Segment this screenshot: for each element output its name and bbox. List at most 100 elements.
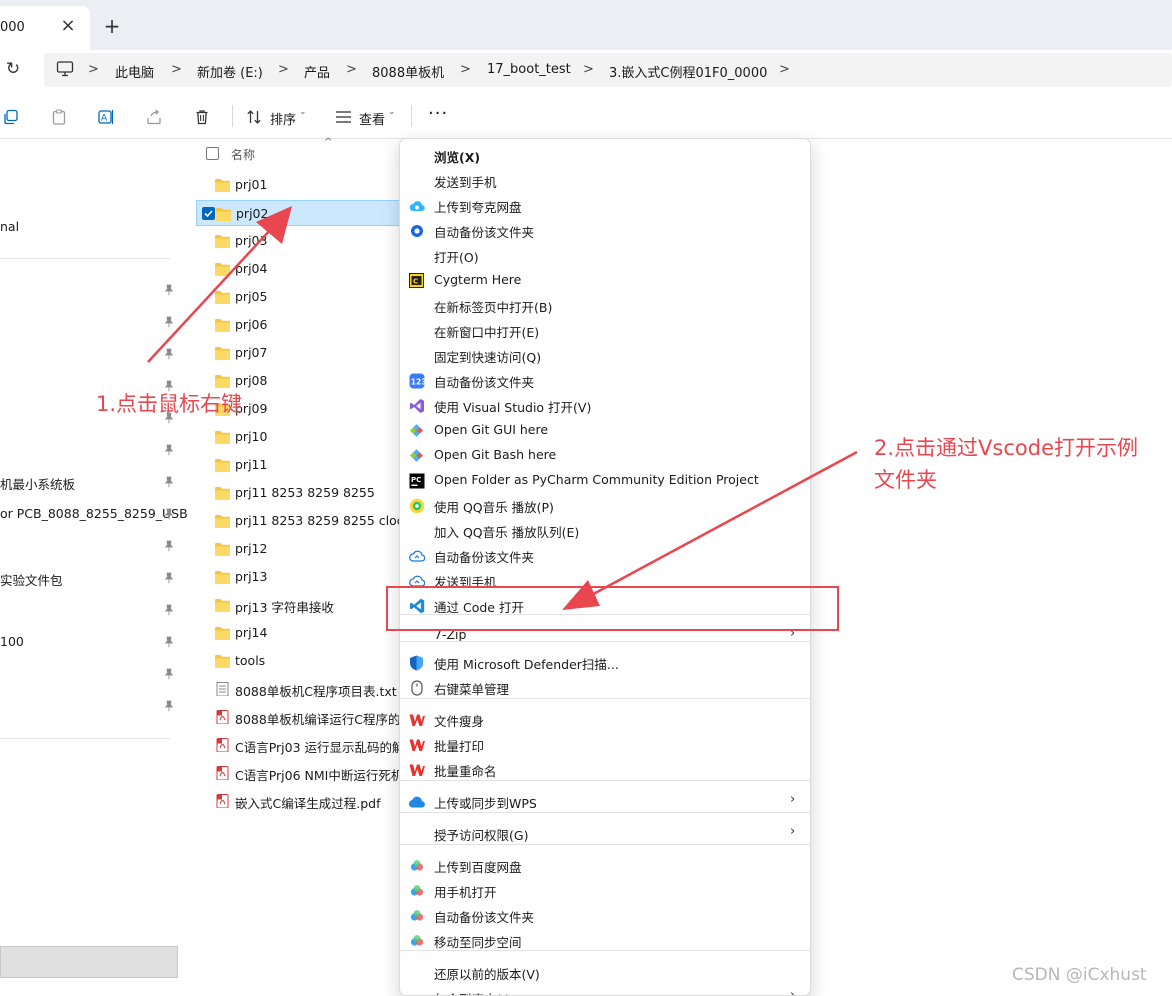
file-row[interactable]: C语言Prj03 运行显示乱码的解	[196, 732, 405, 758]
menu-item[interactable]: 批量打印	[400, 732, 810, 757]
refresh-icon[interactable]: ↻	[2, 58, 24, 80]
menu-item[interactable]: 使用 QQ音乐 播放(P)	[400, 493, 810, 518]
file-row[interactable]: prj02	[196, 200, 402, 226]
menu-item[interactable]: 打开(O)	[400, 243, 810, 268]
nav-item[interactable]: nal	[0, 219, 19, 234]
menu-item[interactable]: 浏览(X)	[400, 143, 810, 168]
horizontal-scrollbar[interactable]	[0, 946, 178, 978]
file-row[interactable]: prj05	[196, 284, 402, 310]
folder-icon	[215, 655, 230, 668]
file-row[interactable]: 嵌入式C编译生成过程.pdf	[196, 788, 402, 814]
sort-icon[interactable]	[243, 106, 265, 128]
file-row[interactable]: prj01	[196, 172, 402, 198]
menu-item[interactable]: 包含到库中(I) ›	[400, 985, 810, 996]
chevron-right-icon: ›	[790, 988, 796, 996]
menu-item[interactable]: 使用 Visual Studio 打开(V)	[400, 393, 810, 418]
tab-strip: 000 × +	[0, 0, 1172, 50]
menu-item[interactable]: 在新标签页中打开(B)	[400, 293, 810, 318]
file-row[interactable]: prj13	[196, 564, 402, 590]
breadcrumb-item[interactable]: 此电脑	[115, 62, 154, 81]
pin-icon[interactable]	[163, 316, 175, 328]
menu-item[interactable]: 授予访问权限(G) ›	[400, 821, 810, 846]
rename-icon[interactable]: A	[95, 106, 117, 128]
file-row[interactable]: prj12	[196, 536, 402, 562]
address-row: ↻ > 此电脑 > 新加卷 (E:) > 产品 > 8088单板机 > 17_b…	[0, 50, 1172, 92]
more-options-icon[interactable]: ···	[428, 103, 448, 124]
file-row[interactable]: prj07	[196, 340, 402, 366]
menu-item[interactable]: 在新窗口中打开(E)	[400, 318, 810, 343]
menu-item[interactable]: 用手机打开	[400, 878, 810, 903]
menu-item[interactable]: 自动备份该文件夹	[400, 218, 810, 243]
pin-icon[interactable]	[163, 444, 175, 456]
paste-icon[interactable]	[48, 106, 70, 128]
file-row[interactable]: 8088单板机编译运行C程序的方	[196, 704, 413, 730]
menu-item[interactable]: Open Git Bash here	[400, 443, 810, 468]
file-row[interactable]: prj14	[196, 620, 402, 646]
file-row[interactable]: tools	[196, 648, 402, 674]
breadcrumb-item[interactable]: 8088单板机	[372, 62, 444, 81]
sort-button[interactable]: 排序	[270, 109, 296, 128]
file-row[interactable]: prj06	[196, 312, 402, 338]
menu-item[interactable]: 上传到夸克网盘	[400, 193, 810, 218]
pin-icon[interactable]	[163, 348, 175, 360]
file-name: prj10	[235, 429, 268, 444]
menu-item[interactable]: PC Open Folder as PyCharm Community Editi…	[400, 468, 810, 493]
copy-icon[interactable]	[0, 106, 22, 128]
file-row[interactable]: prj03	[196, 228, 402, 254]
tab-active[interactable]: 000 ×	[0, 6, 90, 50]
file-row[interactable]: prj11	[196, 452, 402, 478]
menu-item[interactable]: 123 自动备份该文件夹	[400, 368, 810, 393]
breadcrumb-item[interactable]: 产品	[304, 62, 330, 81]
pin-icon[interactable]	[163, 476, 175, 488]
checkbox-checked-icon[interactable]	[202, 207, 215, 220]
nav-item[interactable]: 机最小系统板	[0, 474, 75, 493]
nav-item[interactable]: 100	[0, 634, 24, 649]
pin-icon[interactable]	[163, 700, 175, 712]
menu-item[interactable]: Open Git GUI here	[400, 418, 810, 443]
menu-item[interactable]: 固定到快速访问(Q)	[400, 343, 810, 368]
menu-item[interactable]: 上传到百度网盘	[400, 853, 810, 878]
menu-item[interactable]: 批量重命名	[400, 757, 810, 782]
menu-item[interactable]: 自动备份该文件夹	[400, 543, 810, 568]
breadcrumb-item[interactable]: 17_boot_test	[487, 62, 571, 77]
pin-icon[interactable]	[163, 604, 175, 616]
column-header-name[interactable]: 名称	[231, 146, 255, 163]
pin-icon[interactable]	[163, 540, 175, 552]
menu-item-label: Open Git GUI here	[434, 422, 549, 437]
breadcrumb-item[interactable]: 新加卷 (E:)	[197, 62, 263, 81]
share-icon[interactable]	[143, 106, 165, 128]
pin-icon[interactable]	[163, 508, 175, 520]
folder-icon	[215, 263, 230, 276]
menu-item[interactable]: 还原以前的版本(V)	[400, 960, 810, 985]
menu-item[interactable]: C Cygterm Here	[400, 268, 810, 293]
nav-item[interactable]: 实验文件包	[0, 570, 63, 589]
view-button[interactable]: 查看	[359, 109, 385, 128]
select-all-checkbox[interactable]	[206, 147, 219, 160]
menu-item[interactable]: 文件瘦身	[400, 707, 810, 732]
pin-icon[interactable]	[163, 636, 175, 648]
file-row[interactable]: prj04	[196, 256, 402, 282]
menu-item[interactable]: 使用 Microsoft Defender扫描...	[400, 650, 810, 675]
address-bar[interactable]: > 此电脑 > 新加卷 (E:) > 产品 > 8088单板机 > 17_boo…	[44, 53, 1172, 87]
git-icon	[408, 447, 425, 464]
menu-item[interactable]: 自动备份该文件夹	[400, 903, 810, 928]
nav-item[interactable]: or PCB_8088_8255_8259_USB	[0, 506, 188, 521]
menu-item[interactable]: 上传或同步到WPS ›	[400, 789, 810, 814]
file-row[interactable]: prj13 字符串接收	[196, 592, 402, 618]
pin-icon[interactable]	[163, 572, 175, 584]
file-row[interactable]: C语言Prj06 NMI中断运行死机	[196, 760, 403, 786]
menu-item[interactable]: 右键菜单管理	[400, 675, 810, 700]
file-row[interactable]: prj10	[196, 424, 402, 450]
menu-item[interactable]: 发送到手机	[400, 168, 810, 193]
file-row[interactable]: prj11 8253 8259 8255 clock	[196, 508, 411, 534]
close-icon[interactable]: ×	[58, 16, 78, 36]
pin-icon[interactable]	[163, 668, 175, 680]
menu-item[interactable]: 加入 QQ音乐 播放队列(E)	[400, 518, 810, 543]
file-row[interactable]: prj11 8253 8259 8255	[196, 480, 402, 506]
view-icon[interactable]	[332, 106, 354, 128]
breadcrumb-item[interactable]: 3.嵌入式C例程01F0_0000	[609, 62, 767, 81]
delete-icon[interactable]	[191, 106, 213, 128]
pin-icon[interactable]	[163, 284, 175, 296]
new-tab-icon[interactable]: +	[100, 16, 124, 40]
file-row[interactable]: 8088单板机C程序项目表.txt	[196, 676, 402, 702]
